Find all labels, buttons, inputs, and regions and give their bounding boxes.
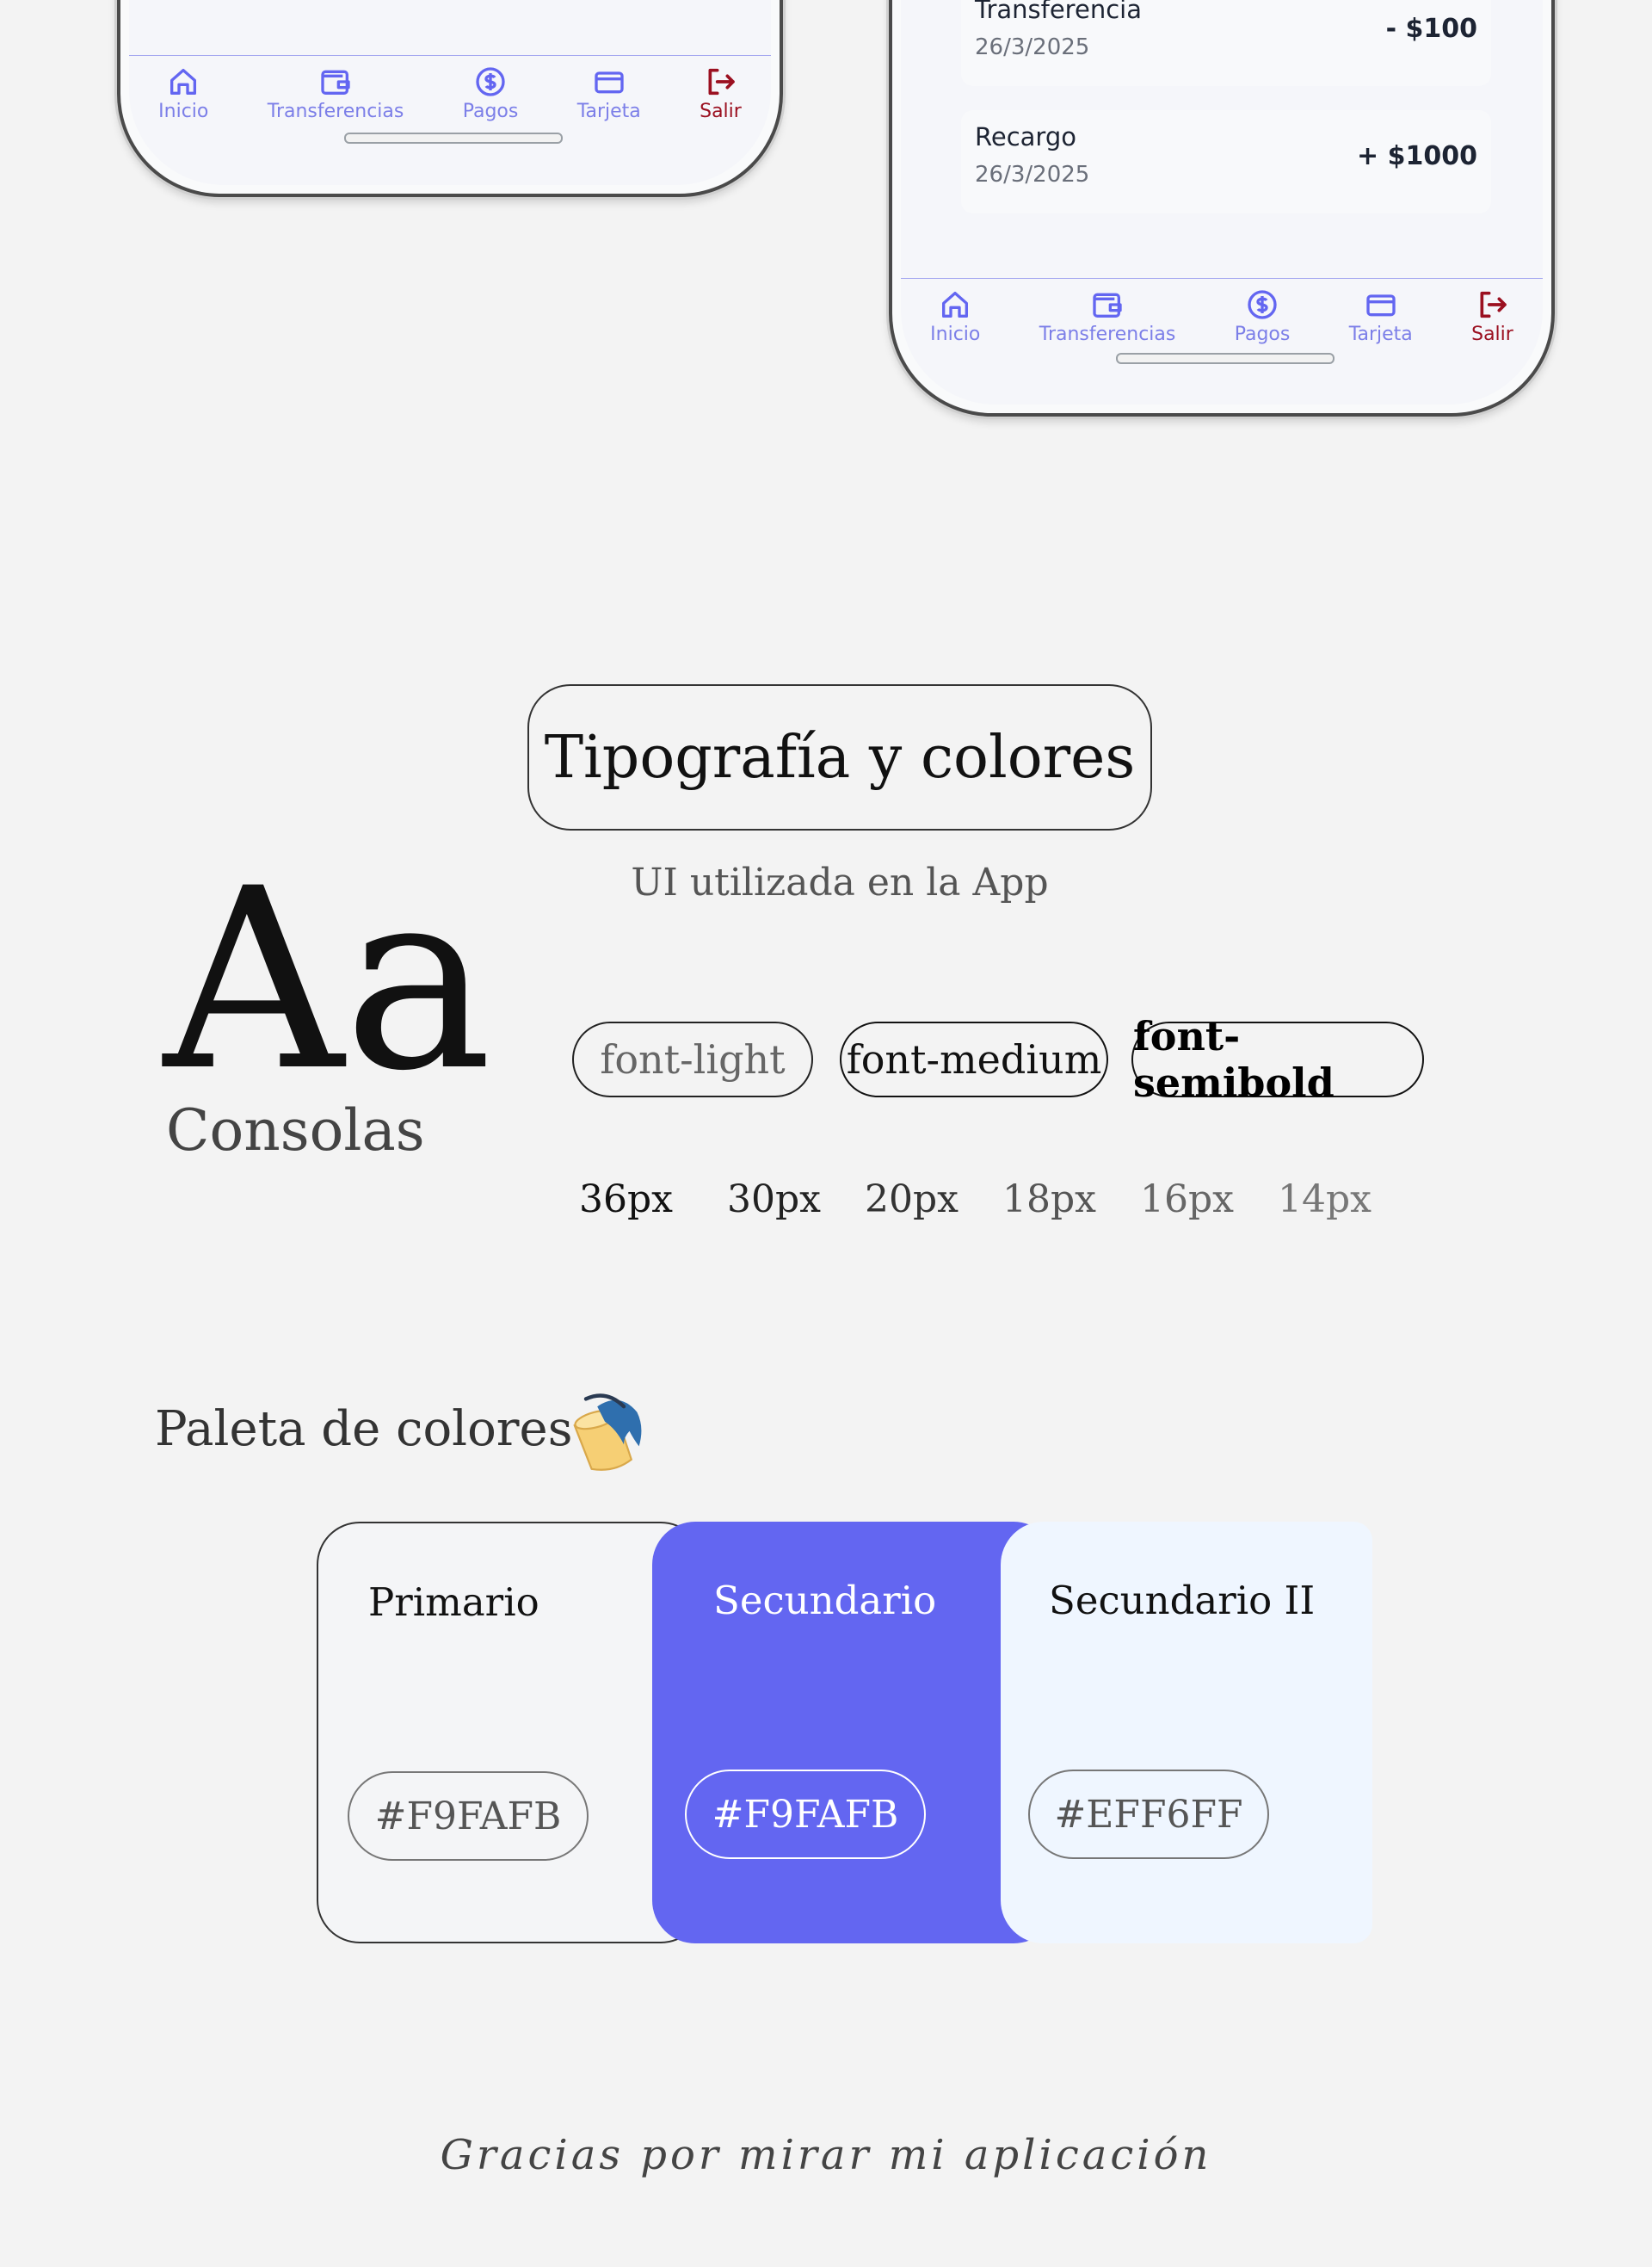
weight-pill-semibold: font-semibold (1131, 1013, 1424, 1106)
nav-item-pagos[interactable]: Pagos (462, 65, 519, 122)
transaction-title: Recargo (975, 122, 1076, 151)
nav-label: Tarjeta (1348, 324, 1413, 345)
transaction-amount: - $100 (1385, 14, 1477, 44)
wallet-icon (321, 70, 350, 96)
home-icon (170, 69, 197, 96)
size-label: 36px (579, 1177, 673, 1221)
paint-bucket-icon (573, 1393, 642, 1471)
size-label: 30px (727, 1177, 821, 1221)
weight-pill-light: font-light (572, 1022, 813, 1097)
wallet-icon (1093, 293, 1122, 318)
color-name: Secundario II (1049, 1578, 1316, 1623)
home-indicator (344, 133, 563, 144)
palette-heading: Paleta de colores (155, 1401, 573, 1457)
font-sample: Aa (163, 836, 493, 1126)
color-name: Secundario (713, 1578, 937, 1623)
dollar-badge-icon (476, 67, 505, 96)
transaction-amount: + $1000 (1357, 141, 1477, 171)
transaction-date: 26/3/2025 (975, 34, 1090, 60)
nav-item-transferencias[interactable]: Transferencias (1039, 287, 1176, 345)
typography-subtitle: UI utilizada en la App (631, 861, 1049, 905)
nav-label: Transferencias (1039, 324, 1176, 345)
home-indicator (1116, 353, 1335, 364)
font-name: Consolas (166, 1097, 425, 1164)
nav-item-tarjeta[interactable]: Tarjeta (1349, 287, 1413, 345)
bottom-navbar: Inicio Transferencias Pagos Tarjeta Sali… (901, 278, 1543, 355)
nav-label: Pagos (1234, 324, 1291, 345)
dollar-badge-icon (1248, 290, 1277, 319)
nav-item-salir[interactable]: Salir (1471, 287, 1513, 345)
color-hex-pill: #F9FAFB (348, 1771, 589, 1861)
section-title-typography: Tipografía y colores (527, 684, 1152, 831)
transaction-item[interactable]: Transferencia 26/3/2025 - $100 (961, 0, 1491, 86)
nav-item-inicio[interactable]: Inicio (930, 287, 980, 345)
credit-card-icon (1366, 294, 1396, 317)
nav-label: Salir (1471, 324, 1513, 345)
color-hex-pill: #F9FAFB (685, 1770, 926, 1859)
nav-item-tarjeta[interactable]: Tarjeta (577, 65, 641, 122)
nav-label: Salir (700, 101, 742, 122)
phone-mockup-left: Inicio Transferencias Pagos Tarjeta Sali… (117, 0, 783, 197)
logout-icon (708, 68, 736, 96)
credit-card-icon (595, 71, 624, 94)
transaction-title: Transferencia (975, 0, 1142, 24)
nav-label: Pagos (462, 101, 519, 122)
transaction-date: 26/3/2025 (975, 162, 1090, 188)
nav-label: Tarjeta (576, 101, 641, 122)
nav-label: Inicio (158, 101, 209, 122)
logout-icon (1480, 291, 1507, 318)
nav-item-inicio[interactable]: Inicio (158, 65, 208, 122)
nav-item-pagos[interactable]: Pagos (1234, 287, 1291, 345)
nav-label: Inicio (930, 324, 981, 345)
color-name: Primario (368, 1579, 539, 1625)
size-label: 14px (1278, 1177, 1372, 1221)
bottom-navbar: Inicio Transferencias Pagos Tarjeta Sali… (129, 55, 771, 133)
size-label: 16px (1140, 1177, 1234, 1221)
size-label: 18px (1002, 1177, 1096, 1221)
color-hex-pill: #EFF6FF (1028, 1770, 1269, 1859)
size-label: 20px (865, 1177, 959, 1221)
phone-mockup-right: Transferencia 26/3/2025 - $100 Recargo 2… (889, 0, 1555, 417)
nav-item-transferencias[interactable]: Transferencias (268, 65, 404, 122)
footer-message: Gracias por mirar mi aplicación (440, 2131, 1212, 2179)
color-card-secondary: Secundario #F9FAFB (652, 1522, 1057, 1943)
color-card-secondary-ii: Secundario II #EFF6FF (1001, 1522, 1372, 1943)
color-card-primary: Primario #F9FAFB (317, 1522, 704, 1943)
nav-label: Transferencias (267, 101, 404, 122)
home-icon (942, 292, 969, 318)
nav-item-salir[interactable]: Salir (700, 65, 742, 122)
weight-pill-medium: font-medium (840, 1022, 1108, 1097)
transaction-item[interactable]: Recargo 26/3/2025 + $1000 (961, 110, 1491, 213)
